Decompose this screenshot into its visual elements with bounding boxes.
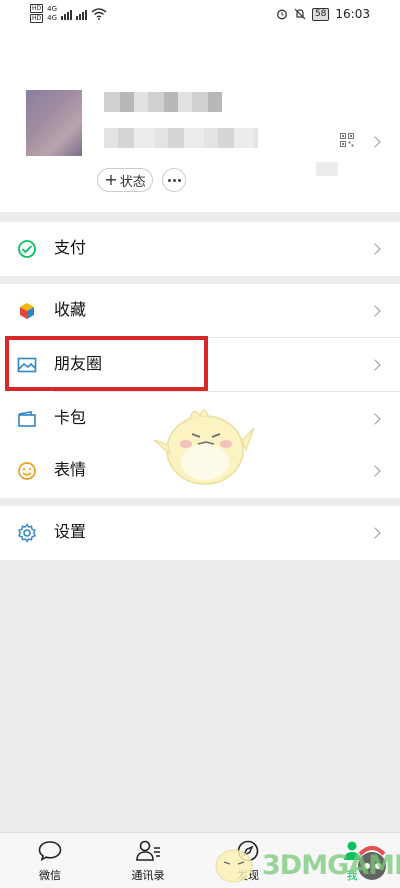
more-options-button[interactable] — [162, 168, 186, 192]
battery-indicator: 58 — [311, 7, 330, 21]
chat-bubble-icon — [38, 841, 62, 862]
sim-indicators: HD HD — [30, 4, 44, 23]
smiley-icon — [18, 462, 36, 480]
region-blurred — [316, 162, 338, 176]
chevron-right-icon[interactable] — [369, 136, 381, 148]
status-button-label: 状态 — [119, 174, 146, 190]
network-labels: 4G 4G — [47, 5, 57, 23]
menu-item-settings[interactable]: 设置 — [0, 506, 400, 560]
menu-label-cards: 卡包 — [54, 408, 87, 427]
chevron-right-icon — [369, 527, 381, 539]
qr-code-icon[interactable] — [340, 133, 354, 147]
gear-icon — [18, 523, 36, 543]
watermark-text: 3DMGAME — [262, 850, 400, 881]
network1-label: 4G — [47, 4, 58, 13]
menu-item-pay[interactable]: 支付 — [0, 222, 400, 276]
tab-label-contacts: 通讯录 — [131, 869, 165, 882]
favorites-cube-icon — [20, 303, 34, 319]
tab-chats[interactable]: 微信 — [20, 839, 80, 885]
menu-label-stickers: 表情 — [54, 460, 87, 479]
chevron-right-icon — [369, 243, 381, 255]
chevron-right-icon — [369, 465, 381, 477]
chevron-right-icon — [369, 359, 381, 371]
contacts-person-icon — [136, 840, 160, 861]
sim2-badge: HD — [30, 14, 44, 23]
signal-icon — [61, 8, 73, 20]
pay-icon — [18, 240, 36, 258]
plus-icon: + — [104, 170, 118, 189]
mascot-watermark-image — [153, 409, 255, 485]
highlight-box — [5, 336, 208, 391]
wifi-icon — [91, 7, 107, 20]
status-left: HD HD 4G 4G — [30, 4, 107, 23]
wechat-id-blurred — [104, 128, 258, 148]
menu-label-settings: 设置 — [54, 522, 87, 541]
card-wallet-icon — [18, 411, 36, 427]
menu-label-pay: 支付 — [54, 238, 87, 257]
clock: 16:03 — [335, 7, 370, 21]
chevron-right-icon — [369, 413, 381, 425]
signal2-icon — [76, 8, 88, 20]
tab-contacts[interactable]: 通讯录 — [118, 839, 178, 885]
chevron-right-icon — [369, 305, 381, 317]
status-right: 58 16:03 — [276, 7, 370, 21]
status-bar: HD HD 4G 4G 58 16:03 — [0, 0, 400, 30]
mute-icon — [294, 8, 306, 20]
tab-label-chats: 微信 — [39, 869, 61, 882]
menu-item-favorites[interactable]: 收藏 — [0, 284, 400, 338]
alarm-icon — [277, 9, 287, 20]
add-status-button[interactable]: + 状态 — [97, 168, 153, 192]
sim1-badge: HD — [30, 4, 44, 13]
nickname-blurred — [104, 92, 222, 112]
profile-header[interactable]: + 状态 — [0, 30, 400, 212]
network2-label: 4G — [47, 13, 58, 22]
avatar[interactable] — [26, 90, 82, 156]
menu-label-favorites: 收藏 — [54, 300, 87, 319]
